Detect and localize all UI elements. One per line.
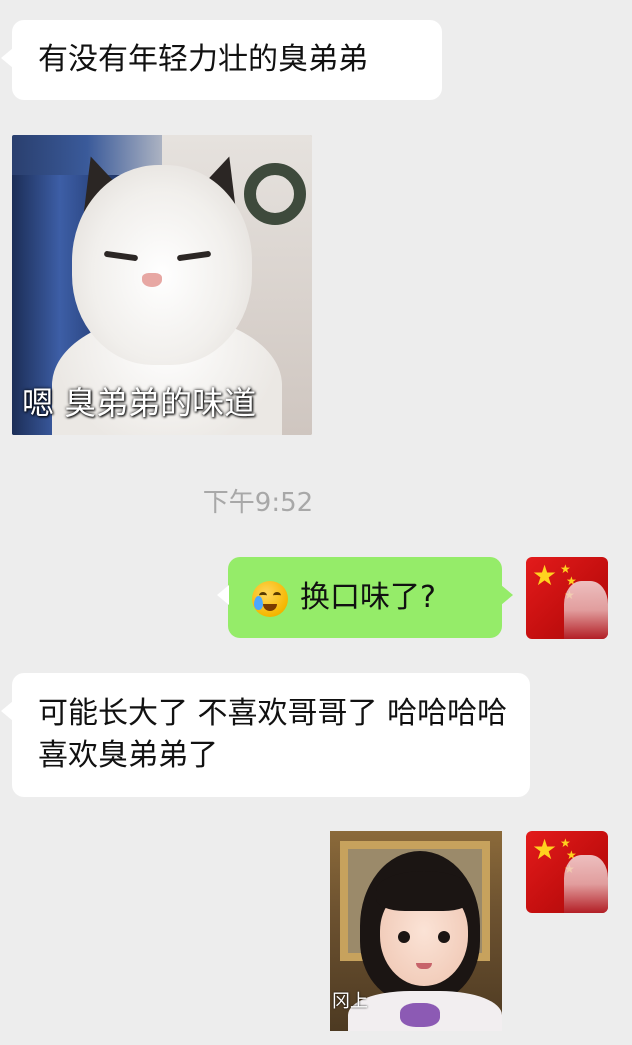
message-text: 可能长大了 不喜欢哥哥了 哈哈哈哈喜欢臭弟弟了	[38, 696, 508, 773]
flag-star-icon: ★	[532, 559, 558, 592]
avatar-figure	[564, 855, 608, 913]
girl-bangs	[376, 871, 472, 911]
self-avatar[interactable]: ★ ★ ★ ★	[526, 831, 608, 913]
incoming-message-bubble[interactable]: 有没有年轻力壮的臭弟弟	[1, 20, 442, 100]
message-text: 换口味了?	[300, 580, 436, 615]
sticker-caption: 嗯 臭弟弟的味道	[22, 384, 257, 422]
shirt-print	[400, 1003, 440, 1027]
cat-sticker-image[interactable]: 嗯 臭弟弟的味道	[12, 135, 312, 435]
cat-nose	[142, 273, 162, 287]
tear-drop	[254, 596, 263, 610]
message-text: 有没有年轻力壮的臭弟弟	[38, 42, 368, 77]
outgoing-message-bubble[interactable]: 换口味了?	[217, 557, 513, 638]
avatar-figure	[564, 581, 608, 639]
girl-eye-right	[438, 931, 450, 943]
girl-eye-left	[398, 931, 410, 943]
flag-star-icon: ★	[532, 833, 558, 866]
cat-head	[72, 165, 252, 365]
girl-sticker-image[interactable]: 冈上	[330, 831, 502, 1031]
incoming-message-bubble[interactable]: 可能长大了 不喜欢哥哥了 哈哈哈哈喜欢臭弟弟了	[1, 673, 530, 797]
sticker-watermark: 冈上	[332, 991, 368, 1012]
message-timestamp: 下午9:52	[202, 488, 314, 518]
self-avatar[interactable]: ★ ★ ★ ★	[526, 557, 608, 639]
loudly-crying-face-emoji-icon	[252, 581, 288, 617]
emoji-mouth	[263, 604, 277, 611]
